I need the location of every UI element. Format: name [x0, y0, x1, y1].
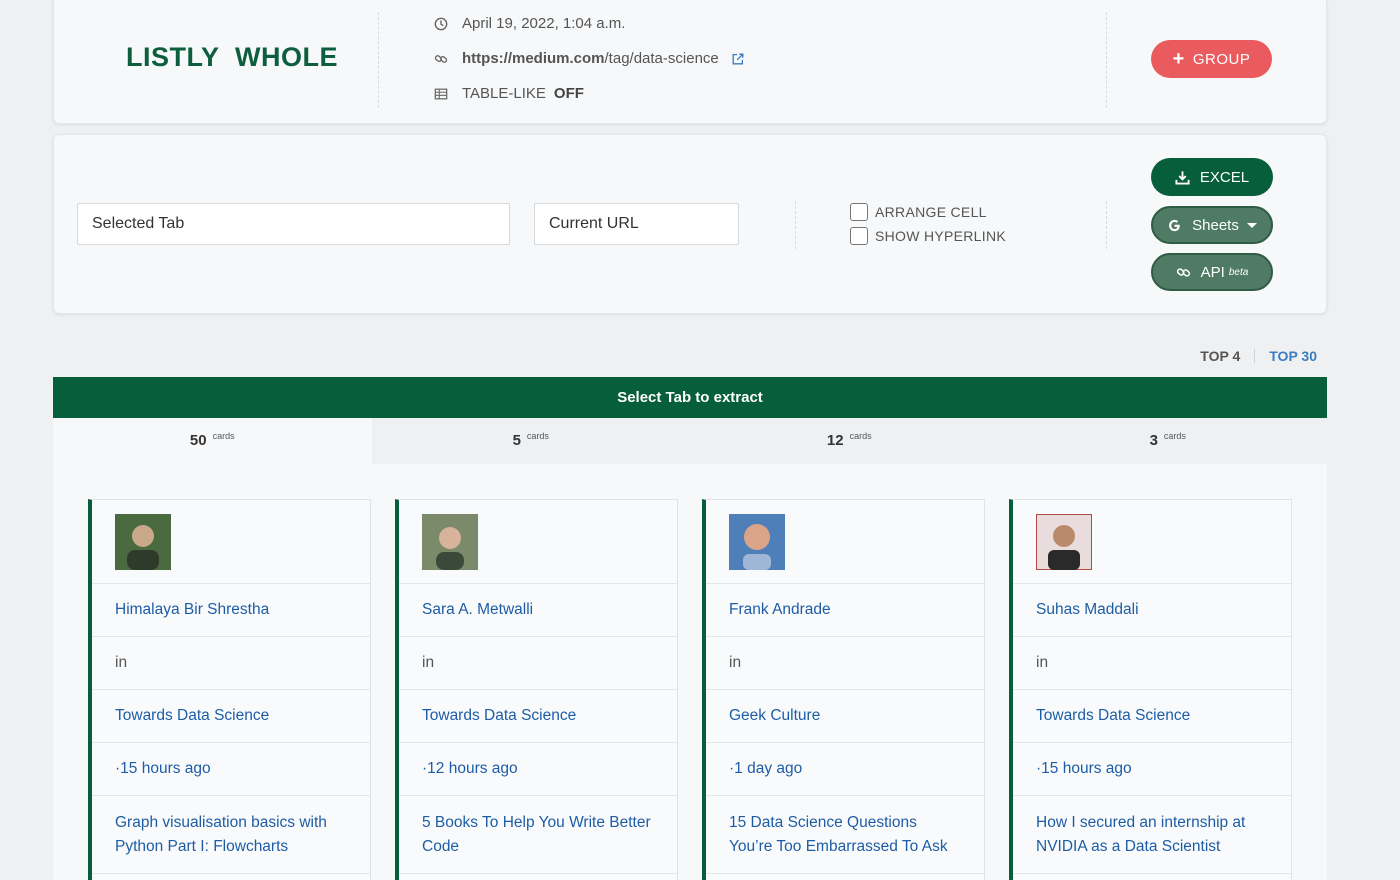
arrange-cell-checkbox[interactable]: [850, 203, 868, 221]
tab-count: 3: [1149, 432, 1158, 449]
article-title-link[interactable]: Graph visualisation basics with Python P…: [92, 796, 370, 874]
tab-label: cards: [849, 431, 872, 441]
tab-strip: 50 cards 5 cards 12 cards 3 cards: [53, 418, 1327, 464]
show-hyperlink-checkbox[interactable]: [850, 227, 868, 245]
chevron-down-icon: [1246, 222, 1257, 228]
table-icon: [434, 88, 448, 99]
tab-50-cards[interactable]: 50 cards: [53, 418, 372, 464]
author-link[interactable]: Suhas Maddali: [1013, 584, 1291, 637]
avatar-row: [92, 500, 370, 584]
beta-badge: beta: [1228, 266, 1249, 278]
tab-count: 12: [826, 432, 844, 449]
publication-link[interactable]: Towards Data Science: [92, 690, 370, 743]
time-ago[interactable]: ·15 hours ago: [92, 743, 370, 796]
divider: [1106, 201, 1107, 249]
divider: [795, 201, 796, 249]
timestamp: April 19, 2022, 1:04 a.m.: [462, 15, 626, 32]
author-link[interactable]: Sara A. Metwalli: [399, 584, 677, 637]
divider: [1254, 349, 1256, 363]
arrange-cell-option[interactable]: ARRANGE CELL: [850, 203, 987, 221]
cards-area: Himalaya Bir Shrestha in Towards Data Sc…: [53, 464, 1327, 880]
card: Himalaya Bir Shrestha in Towards Data Sc…: [88, 499, 371, 880]
tab-label: cards: [212, 431, 235, 441]
tab-label: cards: [1163, 431, 1186, 441]
in-label: in: [1013, 637, 1291, 690]
controls-panel: Selected Tab Current URL ARRANGE CELL SH…: [53, 134, 1327, 314]
group-button-label: GROUP: [1192, 50, 1251, 68]
url-row: https://medium.com/tag/data-science: [434, 50, 759, 67]
extract-bar: Select Tab to extract: [53, 377, 1327, 418]
tab-count: 5: [512, 432, 521, 449]
excel-download-button[interactable]: EXCEL: [1151, 158, 1273, 196]
table-like-row: TABLE-LIKE OFF: [434, 85, 584, 102]
avatar[interactable]: [1036, 514, 1092, 570]
show-hyperlink-label: SHOW HYPERLINK: [875, 228, 1006, 244]
avatar-row: [399, 500, 677, 584]
google-icon: [1169, 219, 1180, 231]
time-ago[interactable]: ·12 hours ago: [399, 743, 677, 796]
api-button[interactable]: API beta: [1151, 253, 1273, 291]
top-4-link[interactable]: TOP 4: [1200, 348, 1240, 364]
plus-icon: +: [1172, 48, 1185, 70]
table-like-label: TABLE-LIKE: [462, 85, 546, 102]
sheets-dropdown-button[interactable]: Sheets: [1151, 206, 1273, 244]
avatar[interactable]: [729, 514, 785, 570]
avatar[interactable]: [422, 514, 478, 570]
publication-link[interactable]: Geek Culture: [706, 690, 984, 743]
add-group-button[interactable]: + GROUP: [1151, 40, 1272, 78]
brand-logo: LISTLY WHOLE: [126, 42, 339, 72]
in-label: in: [706, 637, 984, 690]
source-url-host[interactable]: https://medium.com: [462, 50, 605, 67]
tab-5-cards[interactable]: 5 cards: [371, 418, 690, 464]
sheets-label: Sheets: [1192, 216, 1239, 234]
author-link[interactable]: Frank Andrade: [706, 584, 984, 637]
tab-12-cards[interactable]: 12 cards: [690, 418, 1009, 464]
link-icon: [1176, 267, 1190, 277]
source-url-path[interactable]: /tag/data-science: [605, 50, 719, 67]
card: Sara A. Metwalli in Towards Data Science…: [395, 499, 678, 880]
header-panel: LISTLY WHOLE April 19, 2022, 1:04 a.m. h…: [53, 0, 1327, 124]
api-label: API: [1200, 263, 1225, 281]
top-30-link[interactable]: TOP 30: [1269, 348, 1317, 364]
in-label: in: [92, 637, 370, 690]
link-icon: [434, 54, 448, 63]
avatar-row: [706, 500, 984, 584]
divider: [1106, 12, 1107, 108]
current-url-field[interactable]: Current URL: [534, 203, 739, 245]
tab-label: cards: [526, 431, 549, 441]
article-title-link[interactable]: 5 Books To Help You Write Better Code: [399, 796, 677, 874]
table-like-status[interactable]: OFF: [554, 85, 584, 102]
excel-label: EXCEL: [1199, 168, 1250, 186]
show-hyperlink-option[interactable]: SHOW HYPERLINK: [850, 227, 1006, 245]
tab-count: 50: [189, 432, 207, 449]
article-title-link[interactable]: 15 Data Science Questions You’re Too Emb…: [706, 796, 984, 874]
author-link[interactable]: Himalaya Bir Shrestha: [92, 584, 370, 637]
clock-icon: [434, 17, 448, 30]
selected-tab-field[interactable]: Selected Tab: [77, 203, 510, 245]
in-label: in: [399, 637, 677, 690]
download-icon: [1175, 170, 1190, 185]
top-links: TOP 4 TOP 30: [1200, 348, 1317, 364]
divider: [378, 12, 379, 108]
publication-link[interactable]: Towards Data Science: [1013, 690, 1291, 743]
tab-3-cards[interactable]: 3 cards: [1008, 418, 1327, 464]
card: Frank Andrade in Geek Culture ·1 day ago…: [702, 499, 985, 880]
card: Suhas Maddali in Towards Data Science ·1…: [1009, 499, 1292, 880]
time-ago[interactable]: ·1 day ago: [706, 743, 984, 796]
avatar-row: [1013, 500, 1291, 584]
avatar[interactable]: [115, 514, 171, 570]
timestamp-row: April 19, 2022, 1:04 a.m.: [434, 15, 625, 32]
article-title-link[interactable]: How I secured an internship at NVIDIA as…: [1013, 796, 1291, 874]
time-ago[interactable]: ·15 hours ago: [1013, 743, 1291, 796]
external-link-icon[interactable]: [731, 52, 745, 66]
publication-link[interactable]: Towards Data Science: [399, 690, 677, 743]
arrange-cell-label: ARRANGE CELL: [875, 204, 987, 220]
